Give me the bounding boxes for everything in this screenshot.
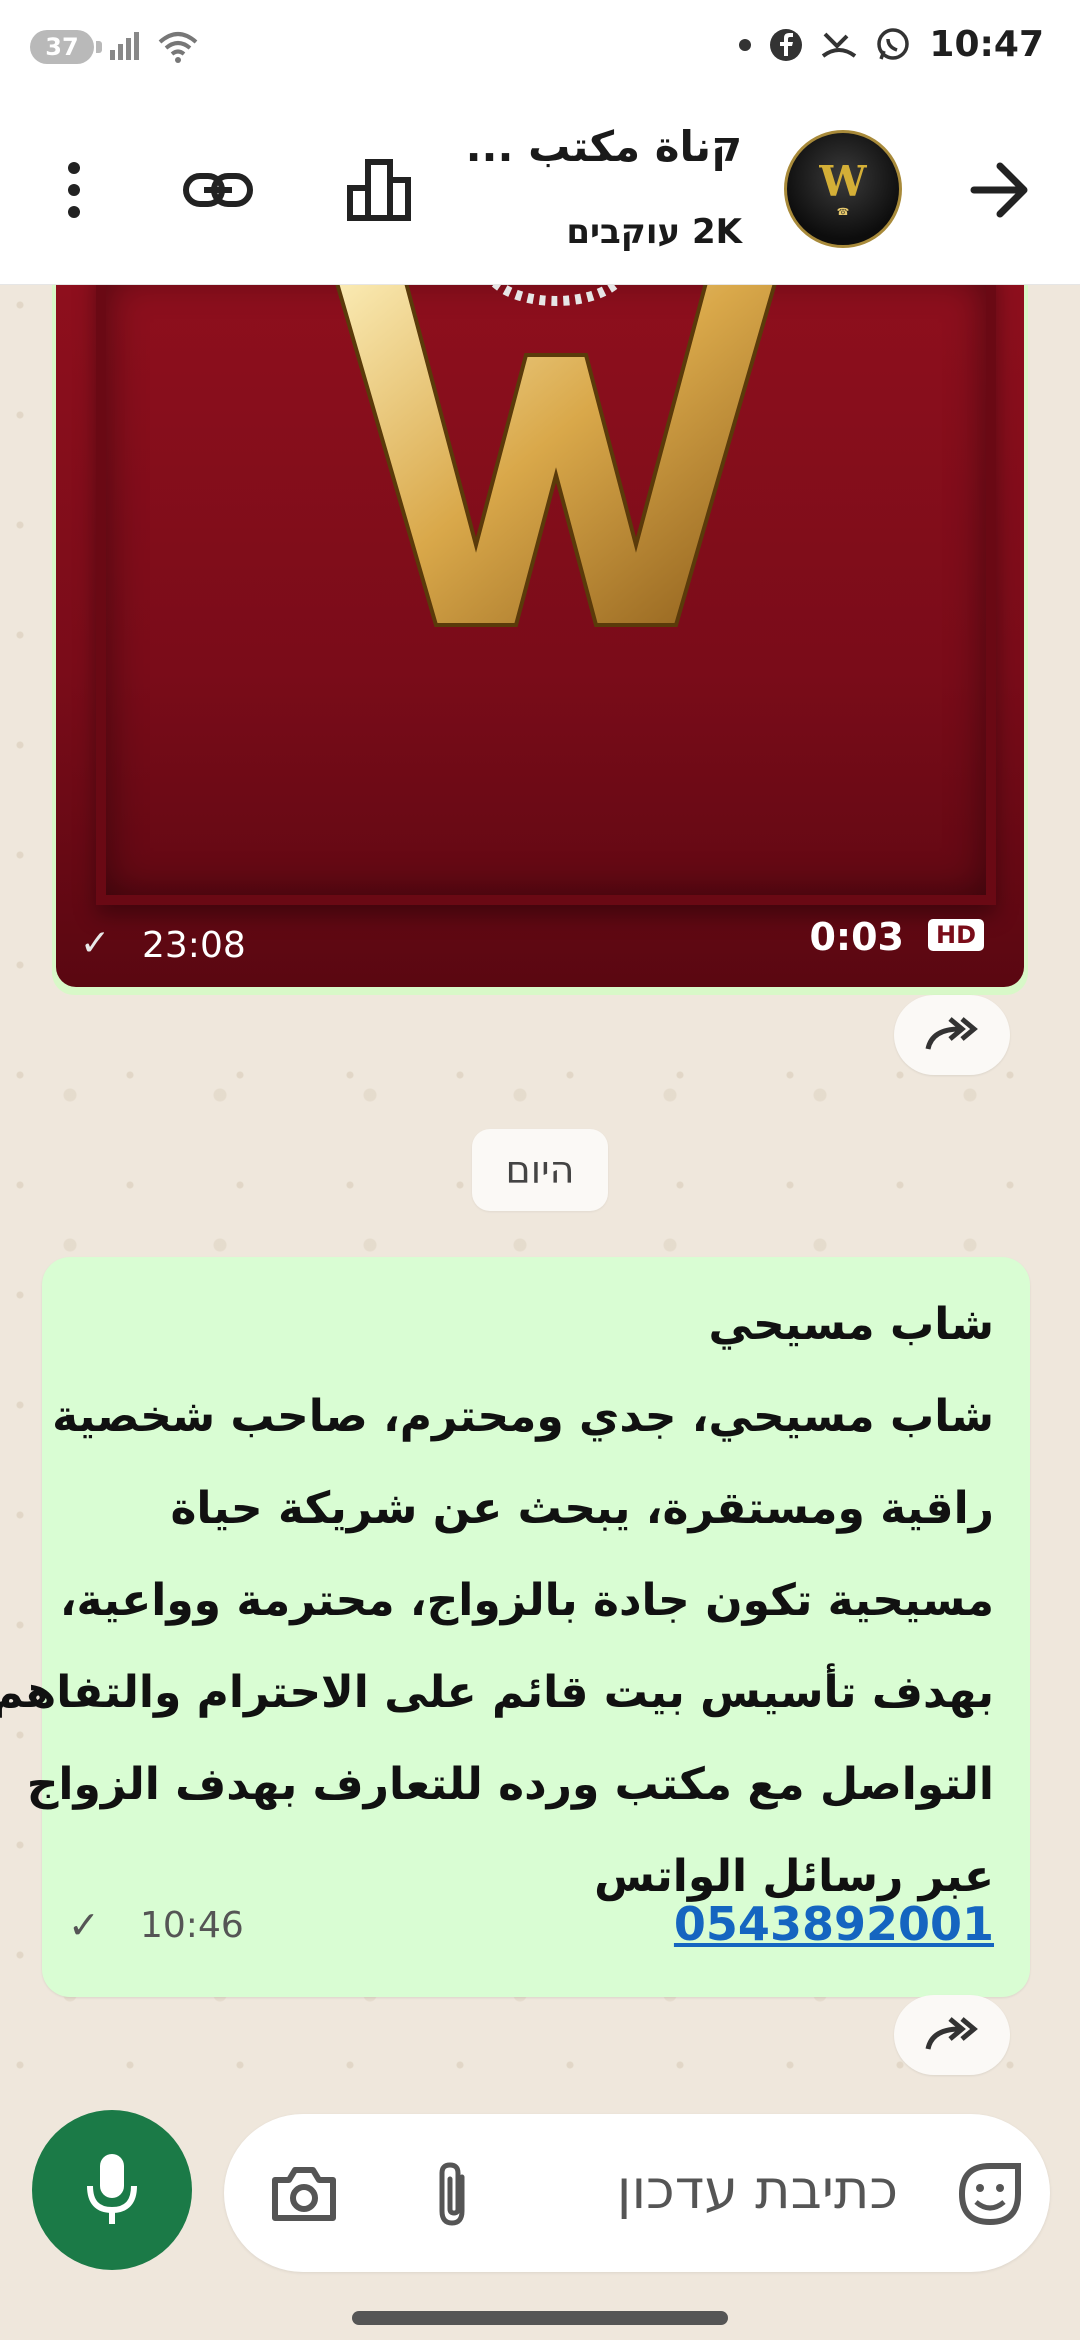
channel-avatar[interactable]: W ☎: [784, 130, 902, 248]
message-line: التواصل مع مكتب ورده للتعارف بهدف الزواج: [26, 1759, 994, 1810]
share-link-button[interactable]: [168, 140, 268, 240]
channel-followers: 2K עוקבים: [566, 212, 742, 252]
attach-button[interactable]: [414, 2154, 494, 2234]
more-vert-icon: [68, 162, 80, 218]
hd-badge: HD: [927, 919, 984, 951]
wifi-icon: [158, 32, 198, 63]
camera-button[interactable]: [264, 2154, 344, 2234]
back-button[interactable]: [950, 140, 1050, 240]
message-line: بهدف تأسيس بيت قائم على الاحترام والتفاه…: [0, 1667, 994, 1718]
insights-button[interactable]: [330, 140, 430, 240]
message-line: شاب مسيحي، جدي ومحترم، صاحب شخصية: [52, 1391, 994, 1442]
message-line: مسيحية تكون جادة بالزواج، محترمة وواعية،: [59, 1575, 994, 1626]
message-line: راقية ومستقرة، يبحث عن شريكة حياة: [170, 1483, 994, 1534]
gesture-handle[interactable]: [352, 2311, 728, 2325]
text-message-bubble[interactable]: شاب مسيحي شاب مسيحي، جدي ومحترم، صاحب شخ…: [0, 1257, 1030, 1997]
forward-button[interactable]: [894, 1995, 1010, 2075]
battery-indicator: 37: [30, 30, 102, 64]
facebook-icon: [770, 28, 803, 61]
paperclip-icon: [439, 2162, 465, 2226]
logo-w-graphic: [335, 285, 777, 627]
forward-icon: [925, 1017, 978, 1050]
update-composer[interactable]: כתיבת עדכון: [224, 2114, 1050, 2272]
date-separator: היום: [472, 1129, 608, 1211]
link-icon: [183, 173, 253, 207]
voice-record-button[interactable]: [32, 2110, 192, 2270]
chat-area[interactable]: ✓ 23:08 0:03 HD היום شاب مسيحي شاب مسيحي…: [0, 285, 1080, 2115]
missed-call-icon: [822, 32, 857, 58]
phone-link[interactable]: 0543892001: [674, 1897, 994, 1951]
sticker-icon: [958, 2163, 1021, 2226]
more-options-button[interactable]: [24, 140, 124, 240]
forward-button[interactable]: [894, 995, 1010, 1075]
sticker-button[interactable]: [950, 2154, 1030, 2234]
status-bar: 37 10:47: [0, 0, 1080, 100]
sent-check-icon: ✓: [80, 923, 111, 964]
back-arrow-icon: [970, 162, 1028, 218]
whatsapp-icon: [877, 27, 910, 60]
message-body: شاب مسيحي شاب مسيحي، جدي ومحترم، صاحب شخ…: [0, 1279, 994, 1923]
message-line: شاب مسيحي: [708, 1299, 994, 1350]
signal-icon: [110, 32, 139, 60]
microphone-icon: [87, 2154, 137, 2224]
composer-input[interactable]: כתיבת עדכון: [617, 2158, 898, 2221]
status-time: 10:47: [929, 24, 1044, 65]
video-timestamp: 23:08: [142, 925, 246, 966]
camera-icon: [272, 2167, 336, 2221]
channel-title[interactable]: קناة مكتب ...: [466, 122, 742, 171]
status-left: 37: [30, 30, 200, 64]
video-thumbnail[interactable]: ✓ 23:08 0:03 HD: [56, 285, 1024, 987]
video-duration: 0:03: [809, 915, 904, 959]
status-right: 10:47: [739, 24, 1044, 65]
video-message[interactable]: ✓ 23:08 0:03 HD: [52, 285, 1028, 995]
notification-dot: [739, 38, 752, 51]
forward-icon: [925, 2017, 978, 2050]
message-timestamp: 10:46: [140, 1905, 244, 1946]
poll-icon: [347, 159, 411, 221]
sent-check-icon: ✓: [68, 1903, 100, 1947]
